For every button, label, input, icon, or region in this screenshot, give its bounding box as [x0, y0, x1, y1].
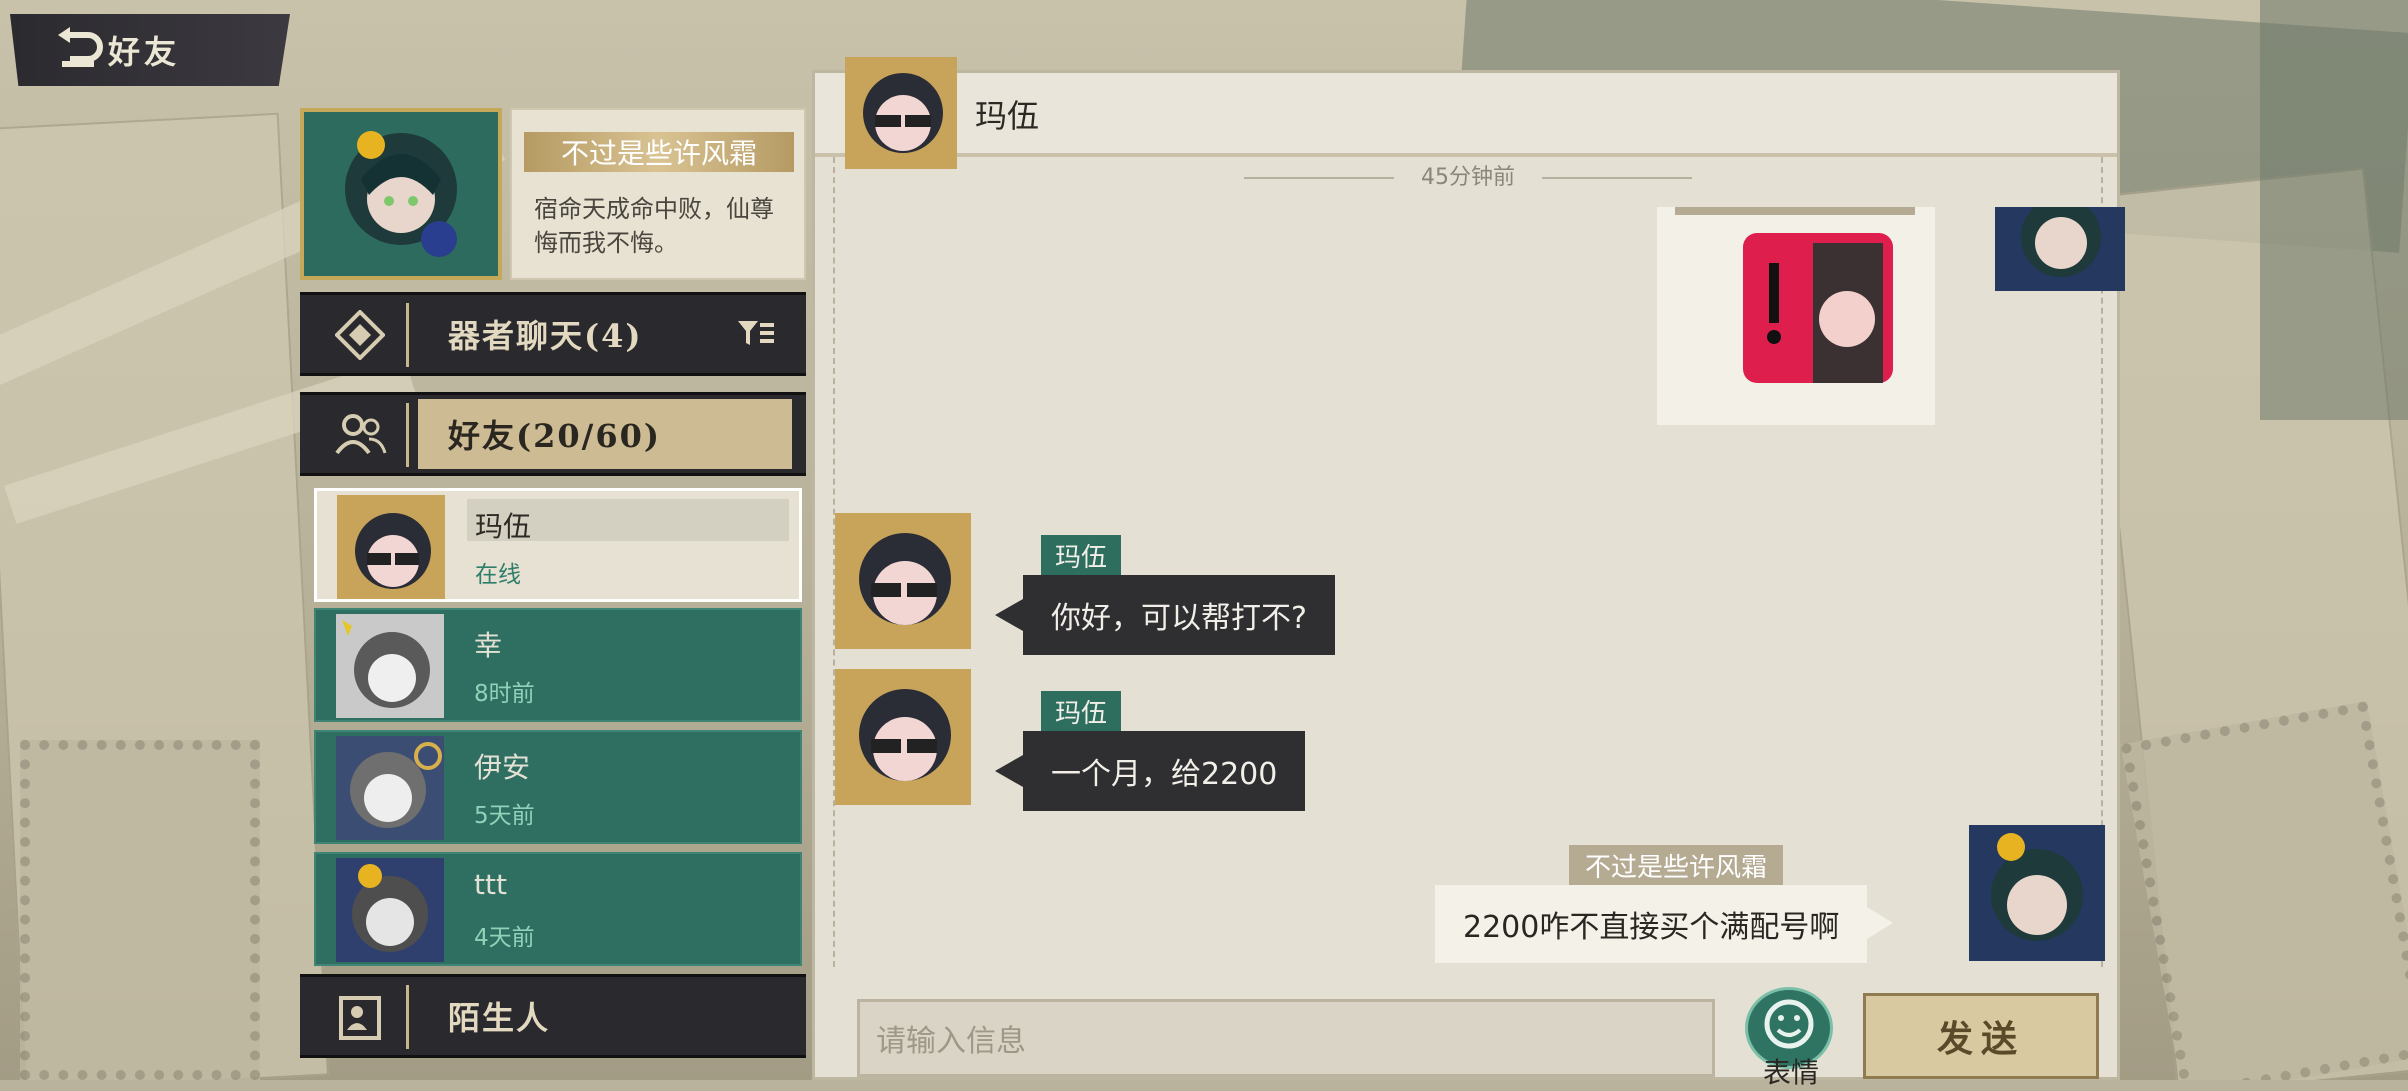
friend-name: 玛伍 [475, 510, 532, 543]
back-arrow-icon [58, 27, 103, 67]
profile-name: 不过是些许风霜 [524, 132, 794, 172]
bg-stamp [2120, 701, 2408, 1080]
profile-info: 不过是些许风霜 宿命天成命中败，仙尊悔而我不悔。 [510, 108, 806, 280]
friend-name: ttt [474, 868, 507, 901]
sticker-image [1743, 233, 1893, 383]
friend-status: 4天前 [474, 925, 535, 951]
bg-stamp [20, 740, 260, 1080]
my-message-avatar[interactable] [1995, 207, 2125, 291]
friend-avatar [337, 495, 445, 599]
chat-panel: 玛伍 45分钟前 玛伍 你好，可以帮打不? 玛伍 一个月，给2200 不过是些许… [812, 57, 2125, 1089]
chat-partner-avatar[interactable] [845, 57, 957, 169]
incoming-avatar[interactable] [835, 513, 971, 649]
incoming-avatar[interactable] [835, 669, 971, 805]
friend-name: 幸 [474, 629, 503, 662]
message-bubble[interactable]: 你好，可以帮打不? [995, 575, 1335, 655]
my-profile[interactable]: 不过是些许风霜 宿命天成命中败，仙尊悔而我不悔。 [300, 108, 806, 280]
divider-line [1542, 177, 1692, 179]
category-strangers[interactable]: 陌生人 [300, 974, 806, 1058]
back-icon[interactable] [52, 23, 106, 77]
send-button[interactable]: 发送 [1863, 993, 2099, 1079]
strangers-category-icon [314, 985, 409, 1049]
category-strangers-label: 陌生人 [448, 999, 551, 1037]
friend-name: 伊安 [474, 751, 531, 784]
divider-line [1244, 177, 1394, 179]
id-card-icon [339, 996, 381, 1040]
category-chat[interactable]: 器者聊天(4) [300, 292, 806, 376]
friends-category-icon [314, 403, 409, 467]
chat-header: 玛伍 [815, 57, 2117, 169]
sender-name-tag: 玛伍 [1041, 535, 1122, 575]
category-friends-label: 好友(20/60) [448, 417, 662, 455]
friend-item[interactable]: 幸 8时前 [314, 608, 802, 722]
message-bubble[interactable]: 一个月，给2200 [994, 731, 1306, 811]
friend-avatar [336, 614, 444, 718]
friend-avatar [336, 736, 444, 840]
emoji-button[interactable]: 表情 [1745, 987, 1837, 1089]
avatar-portrait-icon [345, 131, 457, 257]
page-title: 好友 [108, 33, 181, 71]
input-area: 请输入信息 表情 发送 [833, 977, 2103, 1089]
chat-timestamp: 45分钟前 [835, 159, 2101, 191]
friend-avatar [336, 858, 444, 962]
my-message-bubble[interactable]: 2200咋不直接买个满配号啊 [1435, 885, 1894, 963]
chat-partner-name: 玛伍 [975, 97, 1040, 135]
my-message-avatar[interactable] [1969, 825, 2105, 961]
message-input[interactable]: 请输入信息 [857, 999, 1715, 1077]
friend-status: 8时前 [474, 681, 535, 707]
friend-status: 在线 [475, 562, 521, 588]
sticker-caption-bar [1675, 207, 1915, 215]
friend-status: 5天前 [474, 803, 535, 829]
chat-body[interactable]: 45分钟前 玛伍 你好，可以帮打不? 玛伍 一个月，给2200 不过是些许风霜 … [833, 157, 2125, 967]
friend-item[interactable]: ttt 4天前 [314, 852, 802, 966]
category-friends[interactable]: 好友(20/60) [300, 392, 806, 476]
my-name-tag: 不过是些许风霜 [1569, 845, 1784, 885]
diamond-icon [335, 310, 385, 360]
sticker-message[interactable] [1657, 207, 1935, 425]
users-icon [335, 414, 387, 455]
filter-icon[interactable] [736, 313, 776, 353]
category-chat-label: 器者聊天(4) [448, 317, 643, 355]
my-avatar[interactable] [300, 108, 502, 280]
friend-item[interactable]: 玛伍 在线 [314, 488, 802, 602]
friend-item[interactable]: 伊安 5天前 [314, 730, 802, 844]
chat-category-icon [314, 303, 409, 367]
title-bar: 好友 [10, 14, 290, 86]
sender-name-tag: 玛伍 [1041, 691, 1122, 731]
timestamp-text: 45分钟前 [1421, 165, 1515, 190]
emoji-label: 表情 [1762, 1056, 1819, 1089]
left-panel: 不过是些许风霜 宿命天成命中败，仙尊悔而我不悔。 器者聊天(4) 好友(20/6… [300, 108, 806, 1078]
bg-dark-paper [2260, 0, 2408, 420]
profile-signature: 宿命天成命中败，仙尊悔而我不悔。 [534, 195, 774, 257]
